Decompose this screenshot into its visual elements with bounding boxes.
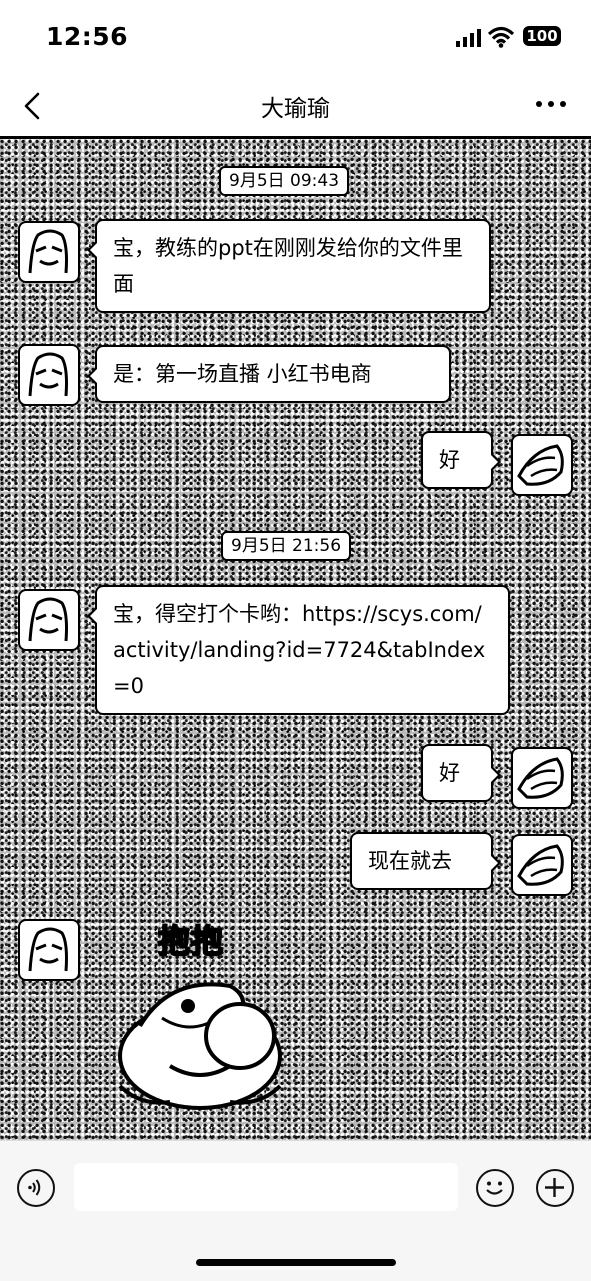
emoji-button[interactable] — [476, 1169, 514, 1207]
contact-avatar-icon — [28, 352, 68, 397]
chat-title: 大瑜瑜 — [261, 96, 330, 122]
voice-icon — [28, 1179, 41, 1196]
incoming-message-bubble[interactable]: 是：第一场直播 小红书电商 — [87, 345, 451, 403]
user-avatar[interactable] — [511, 834, 573, 896]
outgoing-message-bubble[interactable]: 现在就去 — [350, 832, 501, 890]
outgoing-message-bubble[interactable]: 好 — [421, 744, 501, 802]
contact-avatar-icon — [28, 597, 68, 642]
plus-icon — [545, 1178, 564, 1197]
battery-indicator: 100 — [523, 26, 561, 46]
user-avatar[interactable] — [511, 434, 573, 496]
status-time: 12:56 — [46, 22, 129, 51]
user-avatar-icon — [517, 844, 564, 886]
incoming-message-bubble[interactable]: 宝，教练的ppt在刚刚发给你的文件里面 — [87, 219, 491, 313]
message-timestamp: 9月5日 09:43 — [219, 166, 350, 196]
contact-avatar[interactable] — [18, 344, 80, 406]
home-indicator — [196, 1259, 396, 1266]
message-input[interactable] — [74, 1163, 458, 1211]
outgoing-message-bubble[interactable]: 好 — [421, 431, 501, 489]
status-bar: 12:56 100 — [0, 0, 591, 76]
sticker-character-icon — [118, 982, 282, 1110]
wifi-icon — [487, 26, 515, 48]
message-timestamp: 9月5日 21:56 — [221, 531, 352, 561]
contact-avatar-icon — [28, 927, 68, 972]
user-avatar-icon — [517, 757, 564, 799]
cellular-signal-icon — [456, 29, 481, 47]
emoji-icon — [486, 1181, 503, 1195]
more-actions-button[interactable] — [536, 1169, 574, 1207]
incoming-message-bubble[interactable]: 宝，得空打个卡哟：https://scys.com/activity/landi… — [87, 585, 510, 715]
more-options-icon[interactable] — [533, 92, 569, 116]
chat-message-area[interactable]: 9月5日 09:43 宝，教练的ppt在刚刚发给你的文件里面 是：第一场直播 小… — [0, 136, 591, 1143]
voice-input-button[interactable] — [17, 1169, 55, 1207]
chat-header: 大瑜瑜 — [0, 76, 591, 136]
contact-avatar[interactable] — [18, 221, 80, 283]
user-avatar-icon — [517, 444, 564, 486]
contact-avatar-icon — [28, 229, 68, 274]
hug-sticker[interactable]: 抱抱 — [100, 916, 300, 1116]
contact-avatar[interactable] — [18, 589, 80, 651]
user-avatar[interactable] — [511, 747, 573, 809]
contact-avatar[interactable] — [18, 919, 80, 981]
